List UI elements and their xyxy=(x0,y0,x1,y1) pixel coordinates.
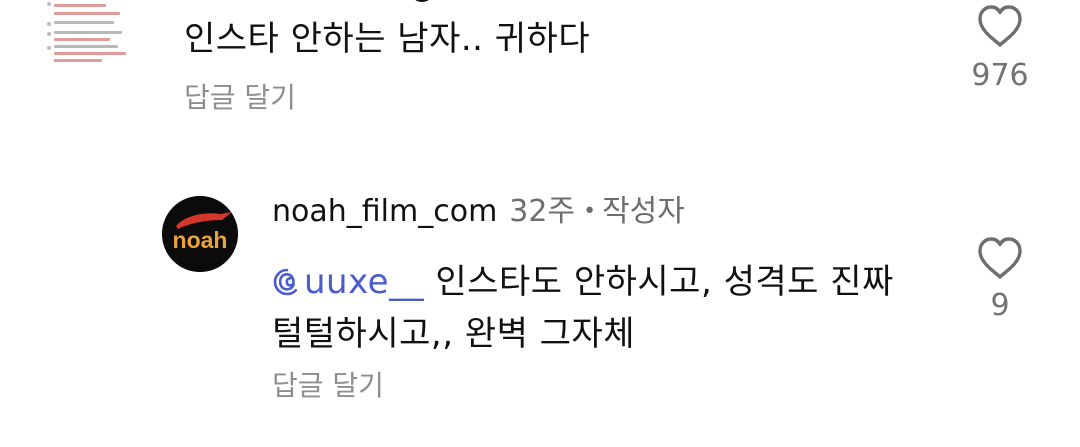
comment-1-like-count: 976 xyxy=(971,58,1029,93)
threads-at-icon xyxy=(273,268,298,296)
comment-2-like-group: 9 xyxy=(960,236,1040,324)
comment-2-reply-button[interactable]: 답글 달기 xyxy=(272,368,384,404)
thumbnail-line xyxy=(54,31,122,34)
cut-off-element xyxy=(410,0,434,2)
comment-1-like-group: 976 xyxy=(960,4,1040,94)
thumbnail-bullet xyxy=(47,22,51,26)
comment-2-avatar[interactable]: noah xyxy=(162,196,238,272)
separator-dot: • xyxy=(583,199,597,224)
thumbnail-line xyxy=(54,45,118,48)
thumbnail-line xyxy=(54,59,102,62)
comment-2-text-line1: 인스타도 안하시고, 성격도 진짜 xyxy=(424,262,894,302)
comment-1-avatar-thumbnail[interactable] xyxy=(44,0,160,70)
comment-2-time: 32주 xyxy=(509,194,576,229)
thumbnail-bullet xyxy=(47,2,51,6)
thumbnail-line xyxy=(54,12,120,15)
heart-outline-icon[interactable] xyxy=(976,4,1024,48)
thumbnail-bullet xyxy=(47,32,51,36)
noah-logo-icon: noah xyxy=(162,196,238,272)
thumbnail-line xyxy=(54,21,114,24)
thumbnail-line xyxy=(54,4,106,7)
comment-2-like-count: 9 xyxy=(990,288,1010,323)
author-badge: 작성자 xyxy=(602,194,685,229)
mention-link[interactable]: uuxe__ xyxy=(272,262,424,302)
comment-1-text: 인스타 안하는 남자.. 귀하다 xyxy=(184,19,591,59)
heart-outline-icon[interactable] xyxy=(976,236,1024,280)
comment-2-username[interactable]: noah_film_com xyxy=(272,194,497,229)
avatar-logo-text: noah xyxy=(173,227,228,253)
thumbnail-line xyxy=(54,38,110,41)
thumbnail-bullet xyxy=(47,46,51,50)
mention-username: uuxe__ xyxy=(304,262,425,302)
comment-2-text: uuxe__ 인스타도 안하시고, 성격도 진짜털털하시고,, 완벽 그자체 xyxy=(272,256,932,360)
comment-2-text-line2: 털털하시고,, 완벽 그자체 xyxy=(272,314,636,354)
thumbnail-line xyxy=(54,52,126,55)
comment-2-header: noah_film_com 32주 • 작성자 xyxy=(272,192,685,235)
comment-1-reply-button[interactable]: 답글 달기 xyxy=(184,80,296,116)
